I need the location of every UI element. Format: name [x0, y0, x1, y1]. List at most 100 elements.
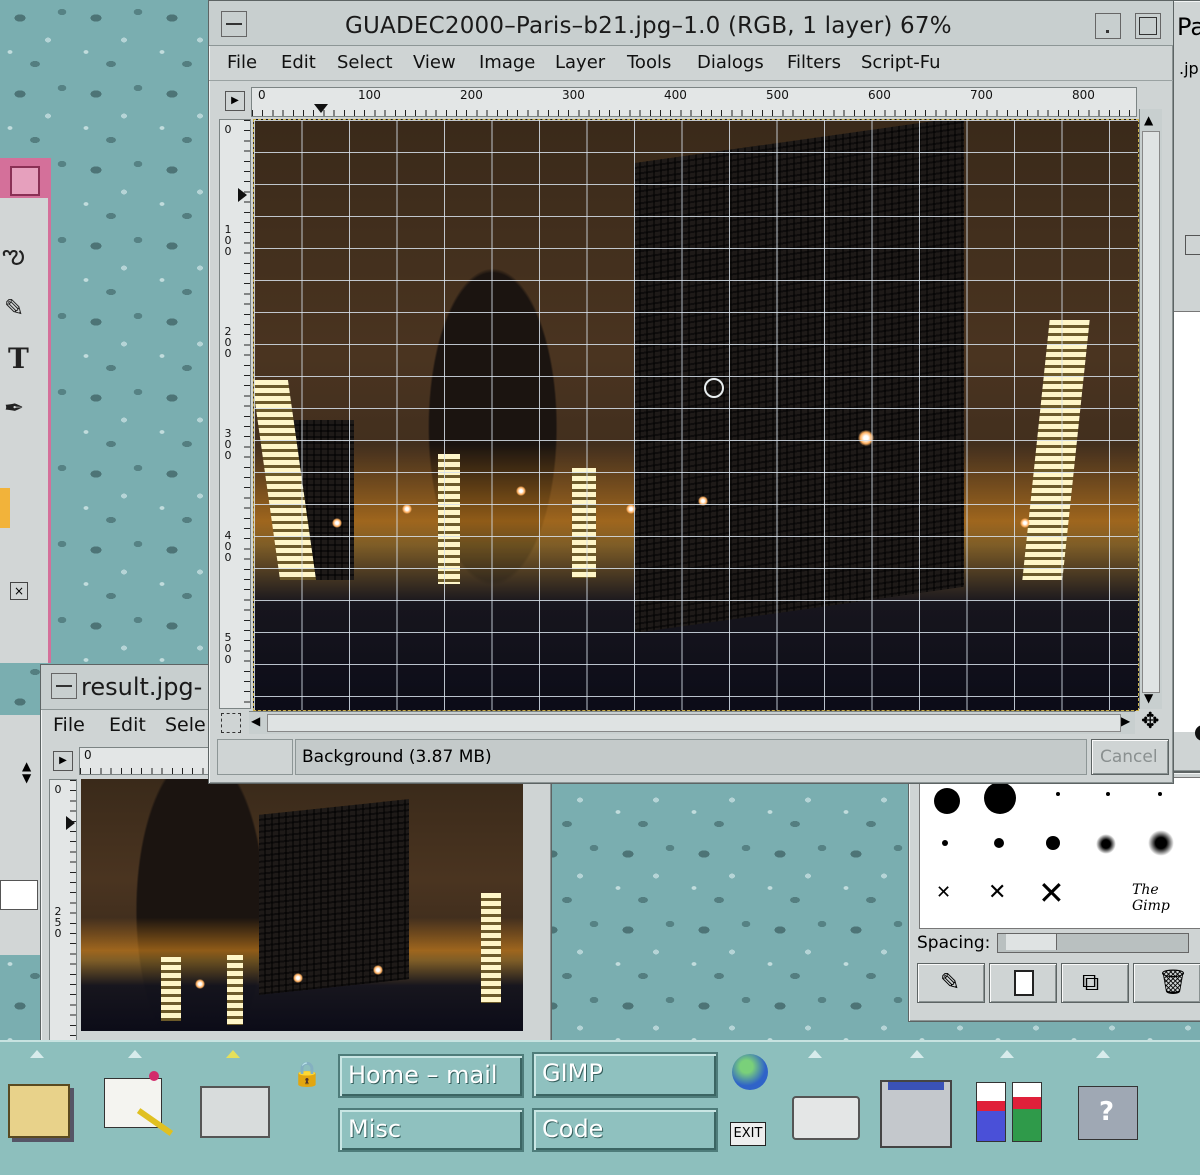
scroll-thumb[interactable] [267, 714, 1121, 732]
control-panel-icon[interactable] [880, 1080, 952, 1148]
main-v-ruler: 0 1 0 0 2 0 0 3 0 0 4 0 0 5 0 0 [219, 119, 251, 709]
partial-field[interactable] [1185, 235, 1200, 255]
drawer-arrow-icon[interactable] [1096, 1050, 1110, 1058]
paintbrush-tool-icon[interactable]: ✎ [4, 294, 24, 322]
new-brush-button[interactable] [989, 963, 1057, 1003]
menu-image[interactable]: Image [479, 52, 535, 73]
ruler-menu-icon[interactable]: ▶ [53, 751, 73, 771]
brush-dot[interactable] [1046, 836, 1060, 850]
duplicate-brush-button[interactable]: ⧉ [1061, 963, 1129, 1003]
drawer-arrow-icon[interactable] [910, 1050, 924, 1058]
spacing-slider[interactable] [997, 933, 1189, 953]
menu-view[interactable]: View [413, 52, 456, 73]
panel-button-gimp[interactable]: GIMP [532, 1052, 718, 1098]
lock-icon[interactable]: 🔒 [292, 1060, 322, 1088]
lasso-tool-icon[interactable]: ఌ [2, 240, 25, 276]
drawer-arrow-icon[interactable] [30, 1050, 44, 1058]
mail-inbox-icon[interactable] [200, 1086, 270, 1138]
brush-dot[interactable] [942, 840, 948, 846]
spin-arrows-icon[interactable]: ▲ ▼ [22, 760, 31, 784]
image-canvas[interactable] [253, 119, 1139, 711]
menu-filters[interactable]: Filters [787, 52, 841, 73]
mem-monitor-icon[interactable] [1012, 1082, 1042, 1142]
result-image[interactable] [81, 779, 523, 1031]
scroll-left-icon[interactable]: ◀ [251, 714, 260, 728]
spacing-slider-handle[interactable] [1006, 934, 1057, 950]
brush-fuzzy[interactable] [1096, 834, 1116, 854]
menu-file[interactable]: File [227, 52, 257, 73]
main-titlebar[interactable]: GUADEC2000–Paris–b21.jpg–1.0 (RGB, 1 lay… [209, 1, 1173, 46]
close-icon[interactable]: × [10, 582, 28, 600]
edit-icon: ✎ [940, 968, 961, 996]
transform-center-icon[interactable] [704, 378, 724, 398]
edit-brush-button[interactable]: ✎ [917, 963, 985, 1003]
status-bar: Background (3.87 MB) [295, 739, 1087, 775]
panel-button-code[interactable]: Code [532, 1108, 718, 1152]
drawer-arrow-icon[interactable] [226, 1050, 240, 1058]
vertical-scrollbar[interactable]: ▲ ▼ [1139, 109, 1162, 709]
window-menu-icon[interactable] [221, 11, 247, 37]
scroll-thumb[interactable] [1142, 131, 1160, 693]
menu-dialogs[interactable]: Dialogs [697, 52, 764, 73]
brush-small-dot[interactable] [1158, 792, 1162, 796]
v-ruler-label: 0 [224, 123, 232, 136]
fg-color-swatch[interactable] [0, 488, 10, 528]
eyedropper-tool-icon[interactable]: ✒ [4, 394, 24, 422]
spacing-label: Spacing: [917, 933, 991, 953]
brush-circle-large[interactable] [934, 788, 960, 814]
h-ruler-label: 600 [868, 88, 891, 102]
drawer-arrow-icon[interactable] [128, 1050, 142, 1058]
horizontal-scrollbar[interactable]: ◀ ▶ [249, 711, 1135, 734]
menu-select[interactable]: Select [337, 52, 393, 73]
h-ruler-label: 200 [460, 88, 483, 102]
brush-cross-medium[interactable]: ✕ [988, 880, 1006, 905]
drawer-arrow-icon[interactable] [808, 1050, 822, 1058]
transform-grid[interactable] [254, 120, 1138, 710]
scroll-down-icon[interactable]: ▼ [1144, 691, 1153, 705]
brush-grid[interactable]: ✕ ✕ ✕ The Gimp [919, 777, 1200, 929]
cpu-monitor-icon[interactable] [976, 1082, 1006, 1142]
menu-file[interactable]: File [53, 714, 85, 736]
maximize-icon[interactable] [1135, 13, 1161, 39]
radio-icon[interactable] [1195, 725, 1200, 741]
delete-brush-button[interactable]: 🗑 [1133, 963, 1200, 1003]
printer-icon[interactable] [792, 1096, 860, 1140]
panel-button-home-mail[interactable]: Home – mail [338, 1054, 524, 1098]
globe-icon[interactable] [732, 1054, 768, 1090]
brush-small-dot[interactable] [1106, 792, 1110, 796]
mail-compose-icon[interactable] [104, 1071, 174, 1136]
menu-select[interactable]: Sele [165, 714, 206, 736]
file-manager-icon[interactable] [8, 1084, 70, 1138]
result-title: result.jpg- [81, 673, 203, 701]
gimp-logo-brush[interactable]: The Gimp [1132, 882, 1192, 914]
brush-small-dot[interactable] [1056, 792, 1060, 796]
scroll-right-icon[interactable]: ▶ [1121, 714, 1130, 728]
text-tool-icon[interactable]: T [8, 342, 29, 375]
scroll-up-icon[interactable]: ▲ [1144, 113, 1153, 127]
quickmask-icon[interactable] [221, 713, 241, 733]
menu-tools[interactable]: Tools [627, 52, 671, 73]
brush-cross-large[interactable]: ✕ [1038, 874, 1065, 912]
maximize-icon[interactable] [10, 166, 40, 196]
toolbox-titlebar[interactable] [0, 158, 48, 198]
ruler-menu-icon[interactable]: ▶ [225, 91, 245, 111]
cancel-button[interactable]: Cancel [1091, 739, 1169, 775]
help-books-icon[interactable]: ? [1078, 1086, 1138, 1140]
exit-button[interactable]: EXIT [730, 1122, 766, 1146]
panel-button-misc[interactable]: Misc [338, 1108, 524, 1152]
small-input-field[interactable] [0, 880, 38, 910]
brush-fuzzy[interactable] [1148, 830, 1174, 856]
brush-circle-xlarge[interactable] [984, 782, 1016, 814]
brush-dot[interactable] [994, 838, 1004, 848]
minimize-icon[interactable] [1095, 13, 1121, 39]
status-text: Background (3.87 MB) [302, 747, 492, 767]
toolbox-window: ఌ ✎ T ✒ × [0, 158, 51, 663]
menu-layer[interactable]: Layer [555, 52, 605, 73]
menu-edit[interactable]: Edit [109, 714, 146, 736]
menu-script-fu[interactable]: Script-Fu [861, 52, 940, 73]
drawer-arrow-icon[interactable] [1000, 1050, 1014, 1058]
brush-cross-small[interactable]: ✕ [936, 882, 951, 903]
navigate-icon[interactable]: ✥ [1141, 709, 1159, 734]
window-menu-icon[interactable] [51, 673, 77, 699]
menu-edit[interactable]: Edit [281, 52, 316, 73]
